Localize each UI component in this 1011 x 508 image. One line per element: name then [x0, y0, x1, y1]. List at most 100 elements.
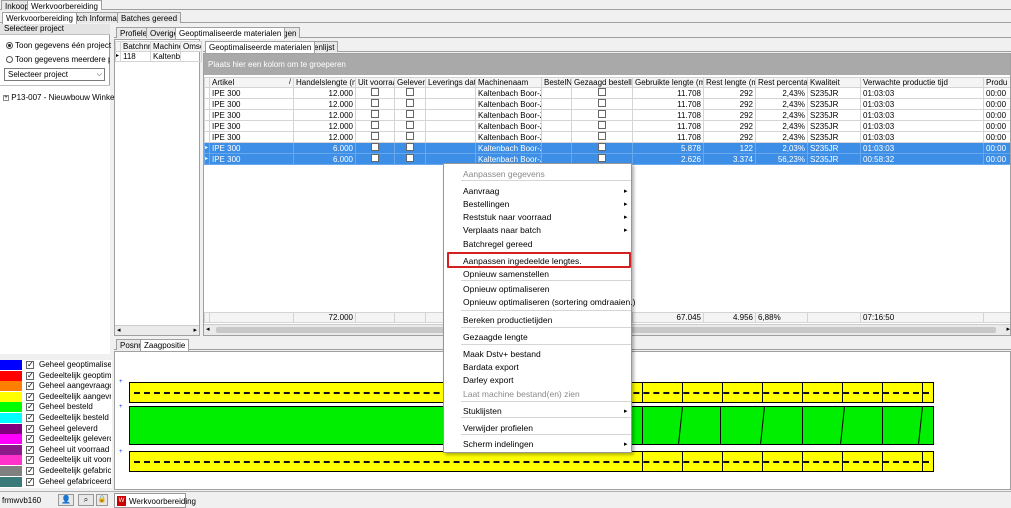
- legend-item[interactable]: Geheel besteld: [0, 402, 110, 413]
- cell-gebruikte-lengte[interactable]: 2.626: [632, 153, 704, 165]
- cell-productie-tijd[interactable]: 01:03:03: [860, 120, 984, 132]
- cell-kwaliteit[interactable]: S235JR: [807, 109, 861, 121]
- cell-leverings-datum[interactable]: [425, 109, 476, 121]
- cell-handelslengte[interactable]: 12.000: [293, 109, 356, 121]
- col-bestelnr[interactable]: BestelNr: [541, 77, 572, 88]
- cell-rest-lengte[interactable]: 292: [703, 87, 756, 99]
- cell-kwaliteit[interactable]: S235JR: [807, 120, 861, 132]
- cell-produ[interactable]: 00:00: [983, 87, 1010, 99]
- legend-checkbox[interactable]: [26, 381, 34, 391]
- legend-item[interactable]: Gedeeltelijk uit voorraad: [0, 455, 111, 466]
- menu-item-bardata-export[interactable]: Bardata export: [463, 362, 519, 372]
- cell-gebruikte-lengte[interactable]: 11.708: [632, 109, 704, 121]
- cell-gezaagd-bestellen[interactable]: [571, 87, 633, 99]
- cell-leverings-datum[interactable]: [425, 87, 476, 99]
- col-machinenaam[interactable]: Machinenaam: [475, 77, 542, 88]
- col-kwaliteit[interactable]: Kwaliteit: [807, 77, 861, 88]
- cell-uit-voorraad[interactable]: [355, 109, 395, 121]
- radio-multiple-projects[interactable]: Toon gegevens meerdere proje: [6, 55, 110, 64]
- checkbox[interactable]: [598, 88, 606, 96]
- checkbox[interactable]: [371, 99, 379, 107]
- menu-item-batchregel-gereed[interactable]: Batchregel gereed: [463, 239, 532, 249]
- grid-row[interactable]: ▸IPE 3006.000Kaltenbach Boor-Zaag5.87812…: [204, 142, 1010, 154]
- cell-leverings-datum[interactable]: [425, 131, 476, 143]
- cell-rest-percentage[interactable]: 2,43%: [755, 109, 808, 121]
- cell-handelslengte[interactable]: 12.000: [293, 131, 356, 143]
- col-uit-voorraad[interactable]: Uit voorraad: [355, 77, 395, 88]
- cell-rest-percentage[interactable]: 56,23%: [755, 153, 808, 165]
- cell-leverings-datum[interactable]: [425, 120, 476, 132]
- cell-artikel[interactable]: IPE 300: [209, 153, 294, 165]
- taskbar-button-werkvoorbereiding[interactable]: W Werkvoorbereiding: [114, 493, 196, 508]
- cell-rest-lengte[interactable]: 292: [703, 109, 756, 121]
- cell-uit-voorraad[interactable]: [355, 153, 395, 165]
- menu-item-maak-dstv-bestand[interactable]: Maak Dstv+ bestand: [463, 349, 541, 359]
- menu-item-aanvraag[interactable]: Aanvraag: [463, 186, 499, 196]
- tab-geoptimaliseerde-materialen-inner[interactable]: Geoptimaliseerde materialen: [205, 41, 316, 53]
- user-icon[interactable]: 👤: [58, 494, 74, 506]
- checkbox[interactable]: [598, 132, 606, 140]
- scroll-right-icon[interactable]: ▸: [1006, 325, 1010, 333]
- legend-checkbox[interactable]: [26, 424, 34, 433]
- col-leverings-datum[interactable]: Leverings datum: [425, 77, 476, 88]
- checkbox[interactable]: [371, 88, 379, 96]
- tab-werkvoorbereiding[interactable]: Werkvoorbereiding: [2, 12, 77, 24]
- cell-gebruikte-lengte[interactable]: 11.708: [632, 131, 704, 143]
- cell-bestelnr[interactable]: [541, 142, 572, 154]
- cell-produ[interactable]: 00:00: [983, 153, 1010, 165]
- radio-single-indicator[interactable]: [6, 42, 13, 50]
- menu-item-bestellingen[interactable]: Bestellingen: [463, 199, 509, 209]
- scroll-left-icon[interactable]: ◂: [117, 326, 121, 334]
- col-omschr[interactable]: Omschr: [180, 41, 202, 52]
- cell-productie-tijd[interactable]: 01:03:03: [860, 131, 984, 143]
- tree-item-project[interactable]: + P13-007 - Nieuwbouw Winkelcent: [3, 93, 131, 102]
- batch-machine[interactable]: Kaltenbach: [150, 51, 181, 62]
- cell-uit-voorraad[interactable]: [355, 87, 395, 99]
- checkbox[interactable]: [406, 88, 414, 96]
- menu-item-gezaagde-lengte[interactable]: Gezaagde lengte: [463, 332, 528, 342]
- cell-handelslengte[interactable]: 6.000: [293, 142, 356, 154]
- checkbox[interactable]: [371, 110, 379, 118]
- checkbox[interactable]: [598, 143, 606, 151]
- checkbox[interactable]: [371, 132, 379, 140]
- legend-checkbox[interactable]: [26, 392, 34, 401]
- cell-kwaliteit[interactable]: S235JR: [807, 87, 861, 99]
- legend-checkbox[interactable]: [26, 413, 34, 422]
- legend-checkbox[interactable]: [26, 360, 34, 369]
- menu-item-scherm-indelingen[interactable]: Scherm indelingen: [463, 439, 533, 449]
- cell-bestelnr[interactable]: [541, 109, 572, 121]
- cell-geleverd[interactable]: [394, 131, 426, 143]
- tab-werkvoorbereiding-top[interactable]: Werkvoorbereiding: [27, 0, 102, 11]
- checkbox[interactable]: [598, 99, 606, 107]
- col-produ[interactable]: Produ: [983, 77, 1010, 88]
- cell-productie-tijd[interactable]: 00:58:32: [860, 153, 984, 165]
- menu-item-opnieuw-samenstellen[interactable]: Opnieuw samenstellen: [463, 269, 549, 279]
- col-gezaagd-bestellen[interactable]: Gezaagd bestellen: [571, 77, 633, 88]
- cell-gebruikte-lengte[interactable]: 11.708: [632, 98, 704, 110]
- grid-row[interactable]: IPE 30012.000Kaltenbach Boor-Zaag11.7082…: [204, 87, 1010, 99]
- cell-rest-lengte[interactable]: 122: [703, 142, 756, 154]
- cell-bestelnr[interactable]: [541, 131, 572, 143]
- cell-geleverd[interactable]: [394, 142, 426, 154]
- legend-checkbox[interactable]: [26, 477, 34, 486]
- legend-checkbox[interactable]: [26, 371, 34, 380]
- cell-gebruikte-lengte[interactable]: 11.708: [632, 120, 704, 132]
- col-gebruikte-lengte[interactable]: Gebruikte lengte (mm): [632, 77, 704, 88]
- legend-checkbox[interactable]: [26, 434, 34, 444]
- grid-row[interactable]: IPE 30012.000Kaltenbach Boor-Zaag11.7082…: [204, 120, 1010, 132]
- cell-kwaliteit[interactable]: S235JR: [807, 131, 861, 143]
- cell-artikel[interactable]: IPE 300: [209, 98, 294, 110]
- cell-machinenaam[interactable]: Kaltenbach Boor-Zaag: [475, 109, 542, 121]
- cell-machinenaam[interactable]: Kaltenbach Boor-Zaag: [475, 87, 542, 99]
- menu-item-darley-export[interactable]: Darley export: [463, 375, 514, 385]
- cell-machinenaam[interactable]: Kaltenbach Boor-Zaag: [475, 98, 542, 110]
- cell-bestelnr[interactable]: [541, 98, 572, 110]
- cell-handelslengte[interactable]: 12.000: [293, 87, 356, 99]
- cell-geleverd[interactable]: [394, 98, 426, 110]
- checkbox[interactable]: [371, 121, 379, 129]
- cell-artikel[interactable]: IPE 300: [209, 87, 294, 99]
- cell-machinenaam[interactable]: Kaltenbach Boor-Zaag: [475, 120, 542, 132]
- cell-bestelnr[interactable]: [541, 87, 572, 99]
- cell-produ[interactable]: 00:00: [983, 109, 1010, 121]
- cell-artikel[interactable]: IPE 300: [209, 109, 294, 121]
